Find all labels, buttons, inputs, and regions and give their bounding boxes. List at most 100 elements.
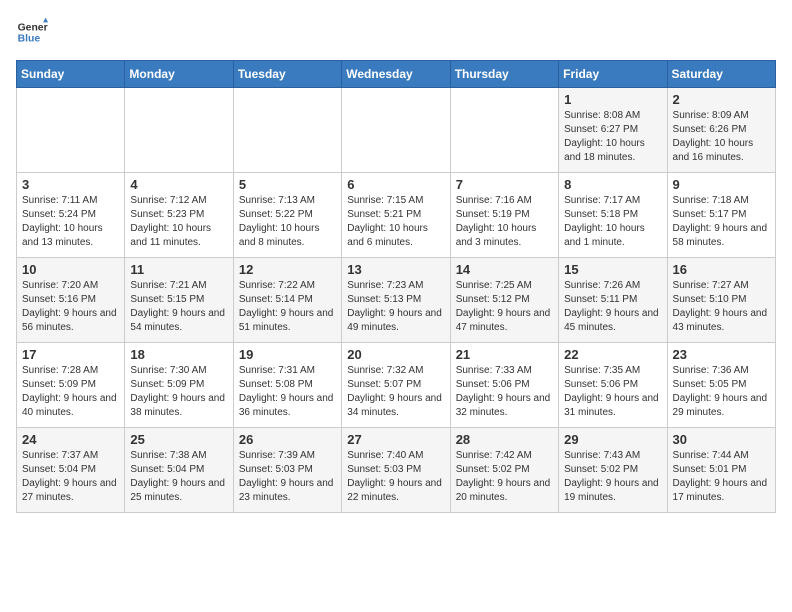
calendar-cell — [450, 88, 558, 173]
day-number: 3 — [22, 177, 119, 192]
day-number: 28 — [456, 432, 553, 447]
calendar-cell: 23 Sunrise: 7:36 AM Sunset: 5:05 PM Dayli… — [667, 343, 775, 428]
day-info: Sunrise: 7:44 AM Sunset: 5:01 PM Dayligh… — [673, 449, 770, 505]
day-info: Sunrise: 7:36 AM Sunset: 5:05 PM Dayligh… — [673, 364, 770, 420]
day-number: 22 — [564, 347, 661, 362]
calendar-cell: 21 Sunrise: 7:33 AM Sunset: 5:06 PM Dayli… — [450, 343, 558, 428]
day-number: 18 — [130, 347, 227, 362]
day-info: Sunrise: 7:37 AM Sunset: 5:04 PM Dayligh… — [22, 449, 119, 505]
day-number: 5 — [239, 177, 336, 192]
calendar-week-0: 1 Sunrise: 8:08 AM Sunset: 6:27 PM Daylig… — [17, 88, 776, 173]
day-number: 12 — [239, 262, 336, 277]
calendar-cell: 5 Sunrise: 7:13 AM Sunset: 5:22 PM Daylig… — [233, 173, 341, 258]
day-info: Sunrise: 7:12 AM Sunset: 5:23 PM Dayligh… — [130, 194, 227, 250]
day-number: 21 — [456, 347, 553, 362]
day-number: 14 — [456, 262, 553, 277]
day-number: 7 — [456, 177, 553, 192]
day-number: 9 — [673, 177, 770, 192]
calendar-cell: 11 Sunrise: 7:21 AM Sunset: 5:15 PM Dayli… — [125, 258, 233, 343]
calendar-cell: 7 Sunrise: 7:16 AM Sunset: 5:19 PM Daylig… — [450, 173, 558, 258]
calendar-cell — [233, 88, 341, 173]
calendar-cell: 15 Sunrise: 7:26 AM Sunset: 5:11 PM Dayli… — [559, 258, 667, 343]
day-number: 2 — [673, 92, 770, 107]
day-number: 27 — [347, 432, 444, 447]
day-info: Sunrise: 7:33 AM Sunset: 5:06 PM Dayligh… — [456, 364, 553, 420]
header-thursday: Thursday — [450, 61, 558, 88]
day-number: 16 — [673, 262, 770, 277]
day-number: 1 — [564, 92, 661, 107]
day-number: 24 — [22, 432, 119, 447]
day-info: Sunrise: 7:40 AM Sunset: 5:03 PM Dayligh… — [347, 449, 444, 505]
day-number: 13 — [347, 262, 444, 277]
day-info: Sunrise: 7:23 AM Sunset: 5:13 PM Dayligh… — [347, 279, 444, 335]
calendar-cell: 2Sunrise: 8:09 AM Sunset: 6:26 PM Daylig… — [667, 88, 775, 173]
calendar-cell: 26Sunrise: 7:39 AM Sunset: 5:03 PM Dayli… — [233, 428, 341, 513]
day-info: Sunrise: 7:13 AM Sunset: 5:22 PM Dayligh… — [239, 194, 336, 250]
day-number: 8 — [564, 177, 661, 192]
logo-icon: General Blue — [16, 16, 48, 48]
header-friday: Friday — [559, 61, 667, 88]
day-info: Sunrise: 7:22 AM Sunset: 5:14 PM Dayligh… — [239, 279, 336, 335]
header-monday: Monday — [125, 61, 233, 88]
day-info: Sunrise: 8:08 AM Sunset: 6:27 PM Dayligh… — [564, 109, 661, 165]
day-info: Sunrise: 7:26 AM Sunset: 5:11 PM Dayligh… — [564, 279, 661, 335]
day-info: Sunrise: 7:15 AM Sunset: 5:21 PM Dayligh… — [347, 194, 444, 250]
day-info: Sunrise: 7:17 AM Sunset: 5:18 PM Dayligh… — [564, 194, 661, 250]
calendar-cell: 12 Sunrise: 7:22 AM Sunset: 5:14 PM Dayli… — [233, 258, 341, 343]
day-number: 20 — [347, 347, 444, 362]
calendar-cell: 28Sunrise: 7:42 AM Sunset: 5:02 PM Dayli… — [450, 428, 558, 513]
day-number: 11 — [130, 262, 227, 277]
calendar-header-row: SundayMondayTuesdayWednesdayThursdayFrid… — [17, 61, 776, 88]
calendar-cell: 19 Sunrise: 7:31 AM Sunset: 5:08 PM Dayli… — [233, 343, 341, 428]
calendar-cell: 30 Sunrise: 7:44 AM Sunset: 5:01 PM Dayli… — [667, 428, 775, 513]
day-info: Sunrise: 7:11 AM Sunset: 5:24 PM Dayligh… — [22, 194, 119, 250]
day-number: 10 — [22, 262, 119, 277]
calendar-cell: 16 Sunrise: 7:27 AM Sunset: 5:10 PM Dayli… — [667, 258, 775, 343]
calendar-week-1: 3 Sunrise: 7:11 AM Sunset: 5:24 PM Daylig… — [17, 173, 776, 258]
day-number: 30 — [673, 432, 770, 447]
day-number: 4 — [130, 177, 227, 192]
calendar-cell: 9 Sunrise: 7:18 AM Sunset: 5:17 PM Daylig… — [667, 173, 775, 258]
svg-text:General: General — [18, 22, 48, 33]
header-wednesday: Wednesday — [342, 61, 450, 88]
day-number: 15 — [564, 262, 661, 277]
day-info: Sunrise: 7:25 AM Sunset: 5:12 PM Dayligh… — [456, 279, 553, 335]
calendar-week-3: 17 Sunrise: 7:28 AM Sunset: 5:09 PM Dayli… — [17, 343, 776, 428]
calendar-cell — [17, 88, 125, 173]
calendar-cell: 29Sunrise: 7:43 AM Sunset: 5:02 PM Dayli… — [559, 428, 667, 513]
calendar-cell: 13 Sunrise: 7:23 AM Sunset: 5:13 PM Dayli… — [342, 258, 450, 343]
day-info: Sunrise: 7:35 AM Sunset: 5:06 PM Dayligh… — [564, 364, 661, 420]
day-info: Sunrise: 7:28 AM Sunset: 5:09 PM Dayligh… — [22, 364, 119, 420]
calendar-cell: 17 Sunrise: 7:28 AM Sunset: 5:09 PM Dayli… — [17, 343, 125, 428]
calendar-week-2: 10Sunrise: 7:20 AM Sunset: 5:16 PM Dayli… — [17, 258, 776, 343]
day-number: 29 — [564, 432, 661, 447]
day-info: Sunrise: 7:38 AM Sunset: 5:04 PM Dayligh… — [130, 449, 227, 505]
day-info: Sunrise: 7:32 AM Sunset: 5:07 PM Dayligh… — [347, 364, 444, 420]
page-header: General Blue — [16, 16, 776, 48]
day-info: Sunrise: 7:18 AM Sunset: 5:17 PM Dayligh… — [673, 194, 770, 250]
day-info: Sunrise: 7:31 AM Sunset: 5:08 PM Dayligh… — [239, 364, 336, 420]
day-info: Sunrise: 7:27 AM Sunset: 5:10 PM Dayligh… — [673, 279, 770, 335]
day-info: Sunrise: 7:39 AM Sunset: 5:03 PM Dayligh… — [239, 449, 336, 505]
calendar-cell: 10Sunrise: 7:20 AM Sunset: 5:16 PM Dayli… — [17, 258, 125, 343]
day-number: 19 — [239, 347, 336, 362]
day-info: Sunrise: 7:21 AM Sunset: 5:15 PM Dayligh… — [130, 279, 227, 335]
day-info: Sunrise: 7:16 AM Sunset: 5:19 PM Dayligh… — [456, 194, 553, 250]
svg-text:Blue: Blue — [18, 34, 41, 45]
calendar-cell: 24 Sunrise: 7:37 AM Sunset: 5:04 PM Dayli… — [17, 428, 125, 513]
day-info: Sunrise: 7:30 AM Sunset: 5:09 PM Dayligh… — [130, 364, 227, 420]
calendar-cell: 22 Sunrise: 7:35 AM Sunset: 5:06 PM Dayli… — [559, 343, 667, 428]
calendar-cell — [342, 88, 450, 173]
day-number: 17 — [22, 347, 119, 362]
header-sunday: Sunday — [17, 61, 125, 88]
calendar-cell: 27 Sunrise: 7:40 AM Sunset: 5:03 PM Dayli… — [342, 428, 450, 513]
day-number: 6 — [347, 177, 444, 192]
calendar-cell: 20 Sunrise: 7:32 AM Sunset: 5:07 PM Dayli… — [342, 343, 450, 428]
calendar-cell: 1 Sunrise: 8:08 AM Sunset: 6:27 PM Daylig… — [559, 88, 667, 173]
calendar-cell: 25Sunrise: 7:38 AM Sunset: 5:04 PM Dayli… — [125, 428, 233, 513]
day-number: 23 — [673, 347, 770, 362]
header-tuesday: Tuesday — [233, 61, 341, 88]
calendar-cell — [125, 88, 233, 173]
calendar-cell: 3 Sunrise: 7:11 AM Sunset: 5:24 PM Daylig… — [17, 173, 125, 258]
logo: General Blue — [16, 16, 48, 48]
